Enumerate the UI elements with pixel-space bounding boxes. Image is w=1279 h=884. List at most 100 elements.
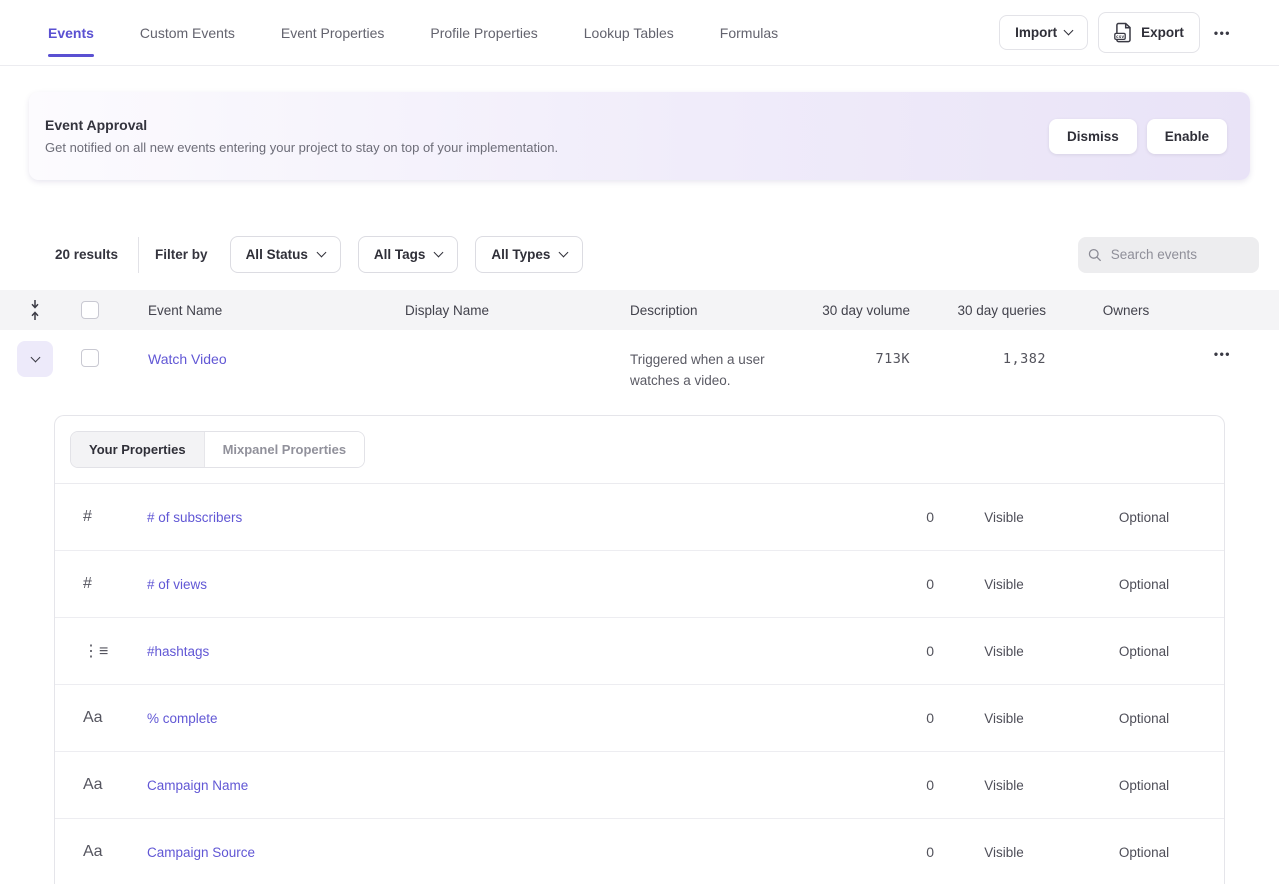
filter-bar: 20 results Filter by All Status All Tags… [0,236,1279,273]
header-description: Description [630,303,820,318]
results-count: 20 results [55,247,118,262]
nav-tab[interactable]: Formulas [720,0,778,65]
property-row: # # of subscribers 0 Visible Optional [55,484,1224,551]
header-owners: Owners [1046,303,1206,318]
property-requirement[interactable]: Optional [1074,711,1214,726]
filter-dropdown[interactable]: All Types [475,236,583,273]
banner-subtitle: Get notified on all new events entering … [45,140,558,155]
event-table-row: Watch Video Triggered when a user watche… [0,330,1279,415]
property-requirement[interactable]: Optional [1074,510,1214,525]
divider [138,237,139,273]
active-tab-underline [48,54,94,57]
import-button[interactable]: Import [999,15,1088,50]
chevron-down-icon [434,248,444,258]
nav-tab-label: Event Properties [281,25,385,41]
nav-actions: Import csv Export ••• [999,12,1235,53]
properties-list: # # of subscribers 0 Visible Optional # … [55,484,1224,884]
chevron-down-icon [316,248,326,258]
property-requirement[interactable]: Optional [1074,845,1214,860]
chevron-down-icon [30,352,40,362]
nav-tab-label: Events [48,25,94,41]
filter-dropdown-label: All Types [491,247,550,262]
nav-tab[interactable]: Event Properties [281,0,385,65]
enable-button[interactable]: Enable [1147,119,1227,154]
filter-dropdown[interactable]: All Status [230,236,341,273]
csv-file-icon: csv [1114,22,1133,43]
tab-your-properties[interactable]: Your Properties [71,432,204,467]
property-count: 0 [824,509,934,525]
select-all-checkbox[interactable] [81,301,99,319]
row-more-icon[interactable]: ••• [1206,341,1235,369]
nav-tab[interactable]: Events [48,0,94,65]
search-box[interactable] [1078,237,1259,273]
property-row: ⋮≡ #hashtags 0 Visible Optional [55,618,1224,685]
nav-tab[interactable]: Lookup Tables [584,0,674,65]
chevron-down-icon [1064,26,1074,36]
queries-cell: 1,382 [910,341,1046,367]
property-name-link[interactable]: % complete [147,711,824,726]
top-navigation: Events Custom Events Event Properties Pr… [0,0,1279,66]
description-cell: Triggered when a user watches a video. [630,341,820,391]
property-count: 0 [824,643,934,659]
banner-text: Event Approval Get notified on all new e… [45,117,558,155]
property-visibility[interactable]: Visible [934,711,1074,726]
header-display-name: Display Name [405,303,630,318]
svg-text:csv: csv [1116,35,1125,40]
properties-tab-switcher: Your Properties Mixpanel Properties [70,431,365,468]
property-visibility[interactable]: Visible [934,845,1074,860]
property-name-link[interactable]: Campaign Source [147,845,824,860]
import-button-label: Import [1015,25,1057,40]
text-icon: Aa [83,776,147,794]
property-count: 0 [824,844,934,860]
filter-dropdown-label: All Status [246,247,308,262]
nav-tab-label: Custom Events [140,25,235,41]
list-icon: ⋮≡ [83,641,147,661]
nav-tab-label: Profile Properties [430,25,537,41]
collapse-row-button[interactable] [17,341,53,377]
event-name-link[interactable]: Watch Video [148,341,405,367]
property-name-link[interactable]: # of views [147,577,824,592]
events-table-header: Event Name Display Name Description 30 d… [0,290,1279,330]
chevron-down-icon [559,248,569,258]
property-requirement[interactable]: Optional [1074,577,1214,592]
property-requirement[interactable]: Optional [1074,644,1214,659]
nav-tab-label: Formulas [720,25,778,41]
nav-tab[interactable]: Custom Events [140,0,235,65]
property-visibility[interactable]: Visible [934,510,1074,525]
collapse-all-button[interactable] [27,296,81,324]
text-icon: Aa [83,843,147,861]
nav-tab-label: Lookup Tables [584,25,674,41]
property-name-link[interactable]: #hashtags [147,644,824,659]
nav-tabs: Events Custom Events Event Properties Pr… [48,0,778,65]
property-name-link[interactable]: Campaign Name [147,778,824,793]
property-visibility[interactable]: Visible [934,778,1074,793]
property-requirement[interactable]: Optional [1074,778,1214,793]
volume-cell: 713K [820,341,910,367]
event-approval-banner: Event Approval Get notified on all new e… [29,92,1250,180]
export-button-label: Export [1141,25,1184,40]
hash-icon: # [83,575,147,593]
property-visibility[interactable]: Visible [934,577,1074,592]
header-event-name: Event Name [148,303,405,318]
property-row: Aa % complete 0 Visible Optional [55,685,1224,752]
search-icon [1088,247,1102,263]
tab-mixpanel-properties[interactable]: Mixpanel Properties [204,432,365,467]
search-input[interactable] [1111,247,1249,262]
banner-actions: Dismiss Enable [1049,119,1227,154]
nav-more-icon[interactable]: ••• [1210,18,1235,48]
filter-dropdowns: All Status All Tags All Types [230,236,584,273]
property-name-link[interactable]: # of subscribers [147,510,824,525]
row-checkbox[interactable] [81,349,99,367]
export-button[interactable]: csv Export [1098,12,1200,53]
dismiss-button[interactable]: Dismiss [1049,119,1137,154]
properties-panel: Your Properties Mixpanel Properties # # … [54,415,1225,884]
filter-dropdown[interactable]: All Tags [358,236,459,273]
hash-icon: # [83,508,147,526]
nav-tab[interactable]: Profile Properties [430,0,537,65]
property-row: Aa Campaign Source 0 Visible Optional [55,819,1224,884]
banner-title: Event Approval [45,117,558,133]
property-count: 0 [824,576,934,592]
property-visibility[interactable]: Visible [934,644,1074,659]
header-volume: 30 day volume [820,303,910,318]
header-queries: 30 day queries [910,303,1046,318]
